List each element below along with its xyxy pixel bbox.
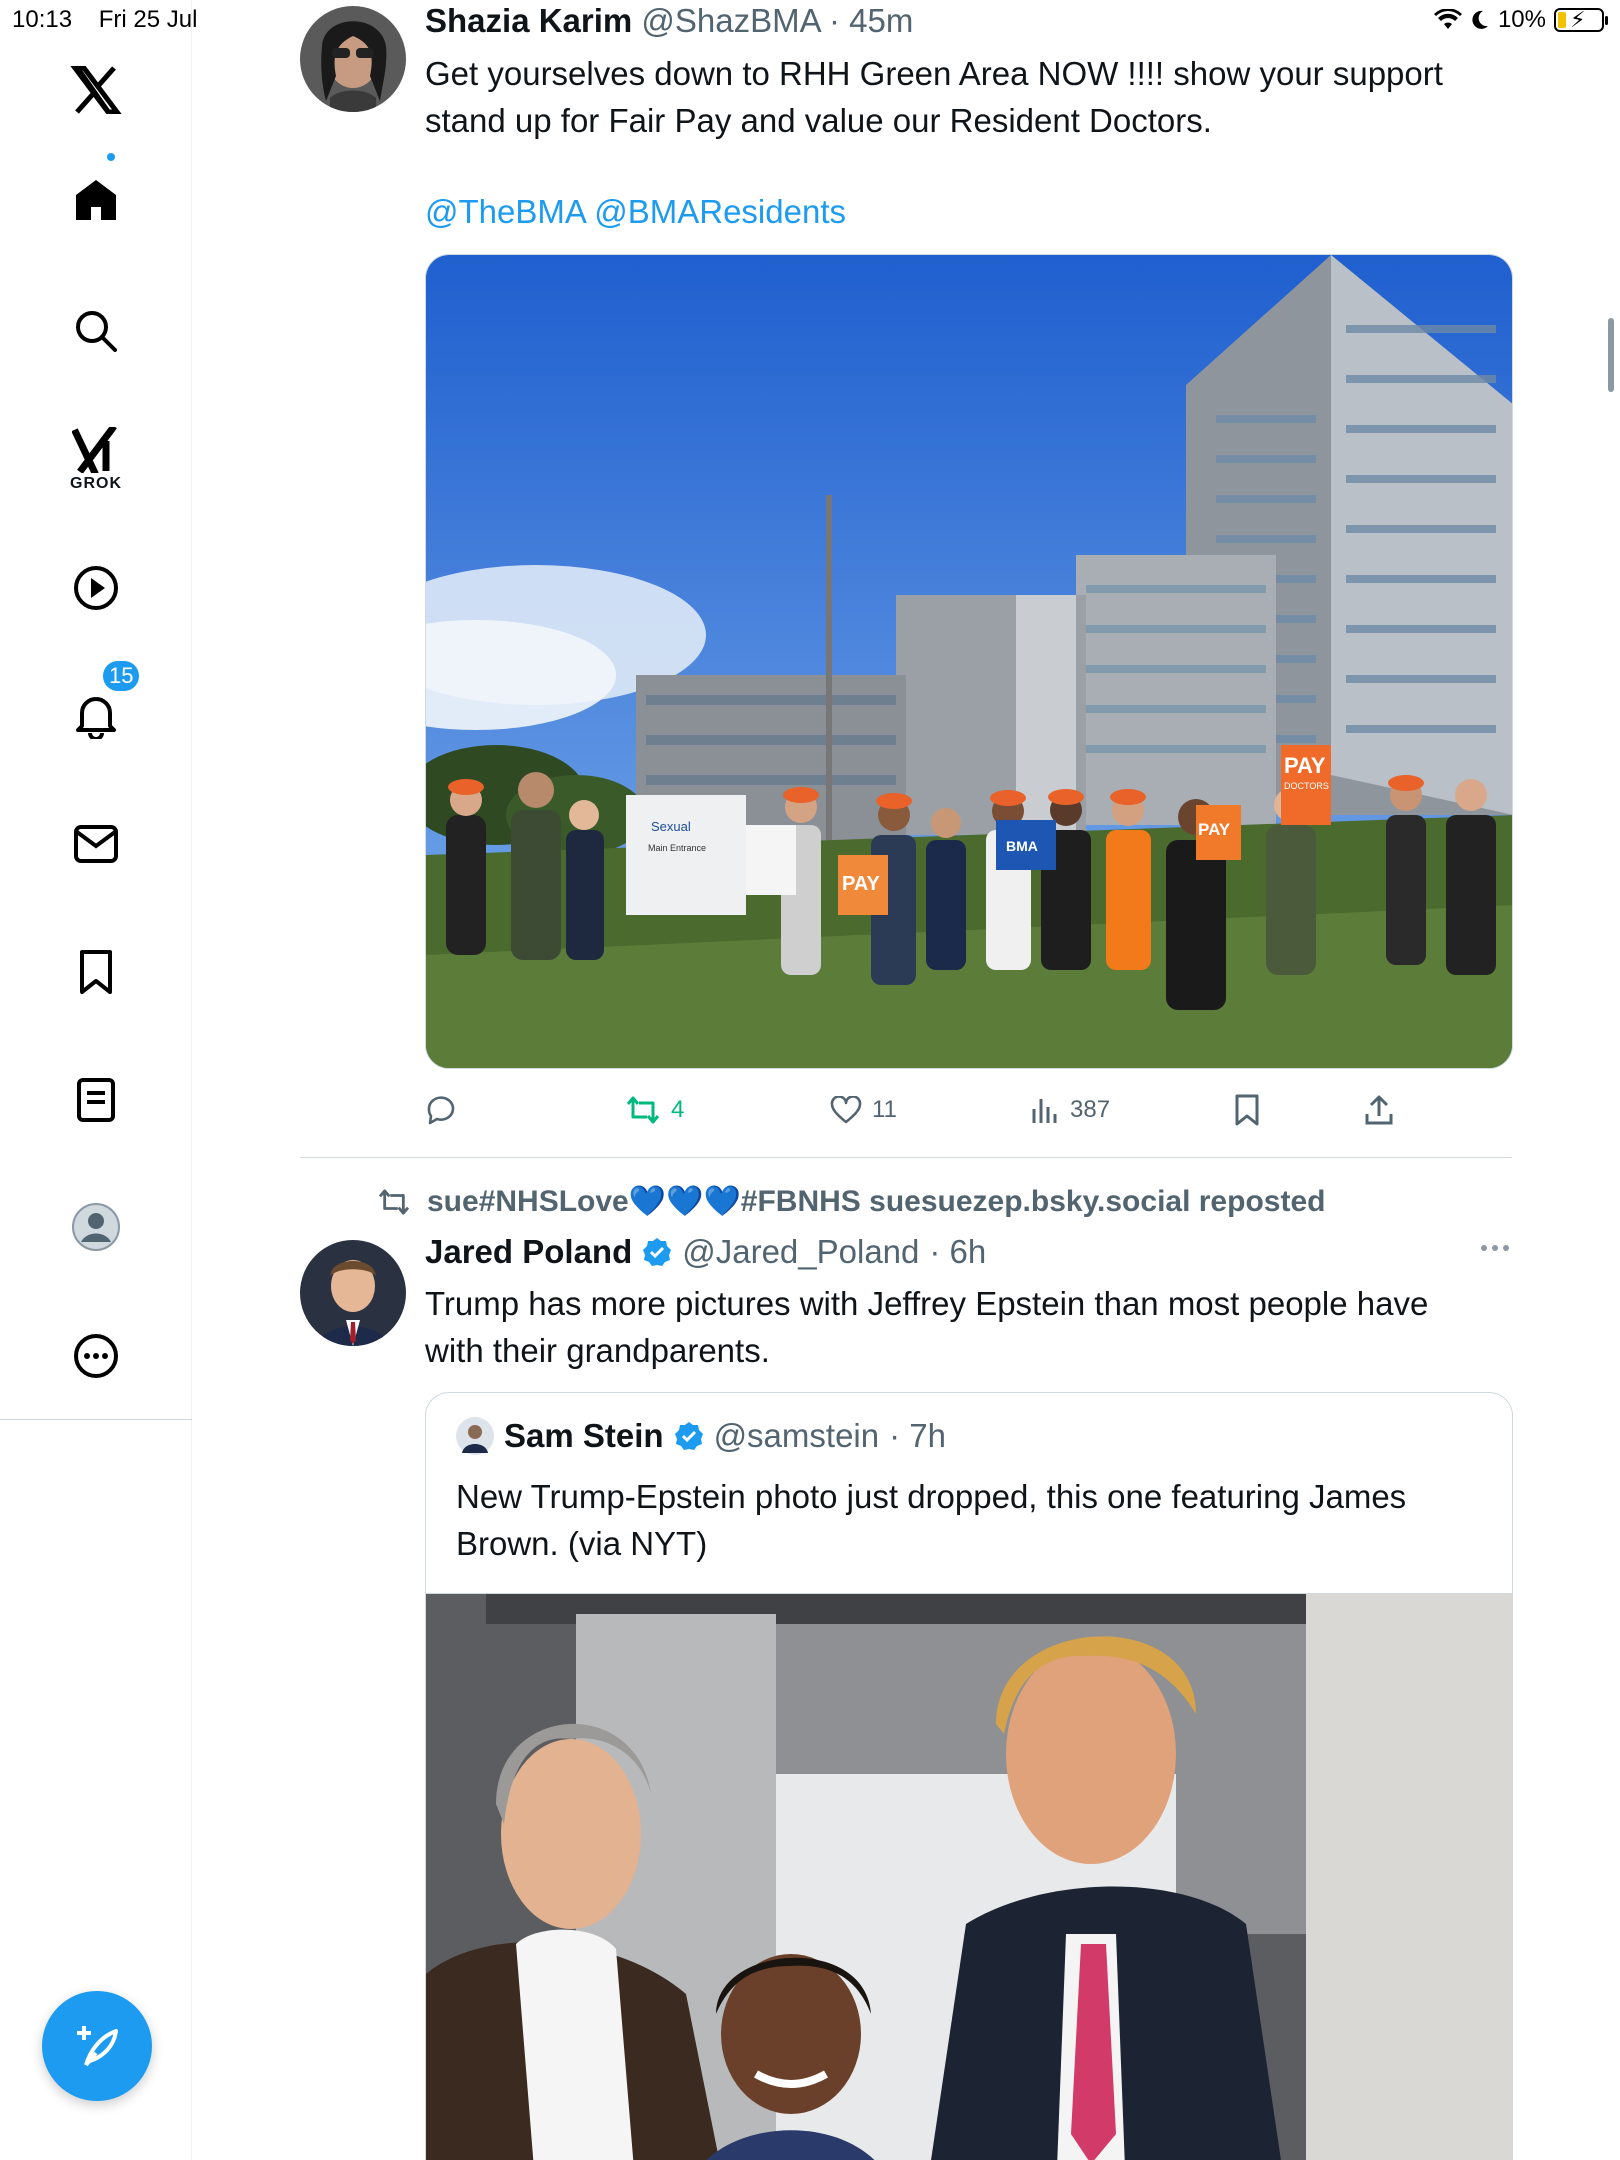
more-icon [74, 1334, 118, 1378]
battery-percent: 10% [1497, 6, 1546, 33]
mention-bmaresidents[interactable]: @BMAResidents [594, 193, 846, 230]
quote-verified-badge-icon [674, 1422, 703, 1450]
quote-tweet[interactable]: Sam Stein @samstein · 7h New Trump-Epste… [425, 1392, 1513, 2160]
views-button[interactable]: 387 [1030, 1095, 1110, 1125]
scrollbar[interactable] [1608, 318, 1614, 392]
tweet1-handle[interactable]: @ShazBMA [641, 2, 819, 39]
sign-sexual: Sexual [651, 819, 691, 834]
quote-text-line2: Brown. (via NYT) [456, 1525, 708, 1562]
tweet2-time[interactable]: · 6h [929, 1233, 986, 1271]
tweet2-header: Jared Poland @Jared_Poland · 6h [425, 1233, 986, 1271]
tweet2-author[interactable]: Jared Poland [425, 1233, 632, 1271]
tweet2-handle[interactable]: @Jared_Poland [682, 1233, 919, 1271]
sidebar-divider [0, 1419, 192, 1420]
share-button[interactable] [1363, 1094, 1395, 1126]
nav-bookmarks[interactable] [76, 949, 116, 995]
moon-icon [1472, 10, 1488, 29]
nav-grok[interactable]: GROK [70, 427, 122, 493]
tweet1-text-line1: Get yourselves down to RHH Green Area NO… [425, 55, 1443, 92]
verified-badge-icon [643, 1238, 672, 1266]
quote-avatar[interactable] [456, 1417, 494, 1455]
home-unread-dot [105, 151, 117, 163]
tweet1-text-line2: stand up for Fair Pay and value our Resi… [425, 102, 1212, 139]
x-logo-icon[interactable] [70, 66, 122, 114]
tweet1-text: Get yourselves down to RHH Green Area NO… [425, 50, 1525, 235]
mention-thebma[interactable]: @TheBMA [425, 193, 585, 230]
more-horizontal-icon [1481, 1245, 1509, 1251]
reply-icon [427, 1096, 455, 1125]
avatar-jared[interactable] [300, 1240, 406, 1346]
bookmark-outline-icon [1235, 1094, 1259, 1126]
placard-pay-1: PAY [842, 873, 880, 895]
compose-icon [77, 2026, 118, 2067]
share-icon [1365, 1095, 1393, 1125]
bookmark-button[interactable] [1234, 1094, 1260, 1126]
tweet2-text-line1: Trump has more pictures with Jeffrey Eps… [425, 1285, 1429, 1322]
nav-lists[interactable] [76, 1077, 116, 1123]
mail-icon [74, 825, 118, 863]
tweet2-more-button[interactable] [1480, 1240, 1510, 1258]
nav-more[interactable] [73, 1333, 119, 1379]
placard-doctors: DOCTORS [1284, 781, 1329, 791]
reply-button[interactable] [425, 1095, 457, 1125]
list-icon [77, 1078, 115, 1122]
notifications-badge: 15 [101, 659, 142, 693]
retweet-button[interactable]: 4 [625, 1095, 684, 1125]
nav-video[interactable] [73, 565, 119, 611]
home-icon [76, 180, 116, 220]
grok-icon [72, 427, 117, 473]
sign-main-entrance: Main Entrance [648, 843, 706, 853]
like-button[interactable]: 11 [830, 1096, 897, 1124]
quote-handle[interactable]: @samstein [714, 1417, 880, 1455]
sidebar: GROK 15 [0, 0, 192, 2160]
grok-label: GROK [70, 475, 122, 492]
quote-time[interactable]: · 7h [889, 1417, 946, 1455]
placard-bma: BMA [1006, 838, 1038, 854]
quote-author[interactable]: Sam Stein [504, 1417, 664, 1455]
retweet-icon [626, 1096, 660, 1124]
tweet1-actions: 4 11 387 [420, 1090, 1420, 1130]
heart-icon [830, 1096, 862, 1124]
avatar-shazia[interactable] [300, 6, 406, 112]
quote-text-line1: New Trump-Epstein photo just dropped, th… [456, 1478, 1407, 1515]
tweet2-text: Trump has more pictures with Jeffrey Eps… [425, 1280, 1525, 1374]
play-icon [74, 566, 118, 610]
quote-text: New Trump-Epstein photo just dropped, th… [456, 1473, 1486, 1567]
status-bar-right: 10% ⚡ [1433, 6, 1608, 34]
views-icon [1032, 1099, 1057, 1123]
quote-header: Sam Stein @samstein · 7h [456, 1417, 946, 1455]
search-icon [76, 311, 117, 352]
like-count: 11 [872, 1096, 897, 1123]
tweet1-author[interactable]: Shazia Karim [425, 2, 632, 39]
compose-button[interactable] [42, 1991, 152, 2101]
profile-icon [72, 1203, 120, 1251]
placard-pay-3: PAY [1198, 820, 1231, 839]
bell-icon [76, 697, 116, 739]
nav-home[interactable] [73, 151, 119, 223]
retweet-count: 4 [671, 1096, 685, 1123]
bookmark-icon [80, 950, 112, 994]
tweet1-time[interactable]: · 45m [829, 2, 913, 39]
nav-profile[interactable] [71, 1202, 121, 1252]
tweet2-text-line2: with their grandparents. [425, 1332, 770, 1369]
views-count: 387 [1070, 1096, 1111, 1123]
nav-notifications[interactable]: 15 [73, 659, 142, 739]
wifi-icon [1433, 9, 1462, 29]
tweet-separator [300, 1157, 1512, 1158]
battery-icon: ⚡ [1554, 7, 1608, 32]
tweet1-header: Shazia Karim @ShazBMA · 45m [425, 2, 913, 40]
repost-banner[interactable]: sue#NHSLove💙💙💙#FBNHS suesuezep.bsky.soci… [377, 1184, 1325, 1219]
nav-explore[interactable] [74, 309, 118, 353]
retweet-small-icon [378, 1188, 410, 1215]
repost-banner-text: sue#NHSLove💙💙💙#FBNHS suesuezep.bsky.soci… [427, 1185, 1326, 1218]
nav-messages[interactable] [73, 824, 119, 864]
placard-pay-2: PAY [1284, 753, 1326, 778]
quote-image[interactable] [426, 1593, 1512, 2160]
tweet1-image[interactable]: Sexual Main Entrance PAY BMA PAY DOCTORS [425, 254, 1513, 1069]
